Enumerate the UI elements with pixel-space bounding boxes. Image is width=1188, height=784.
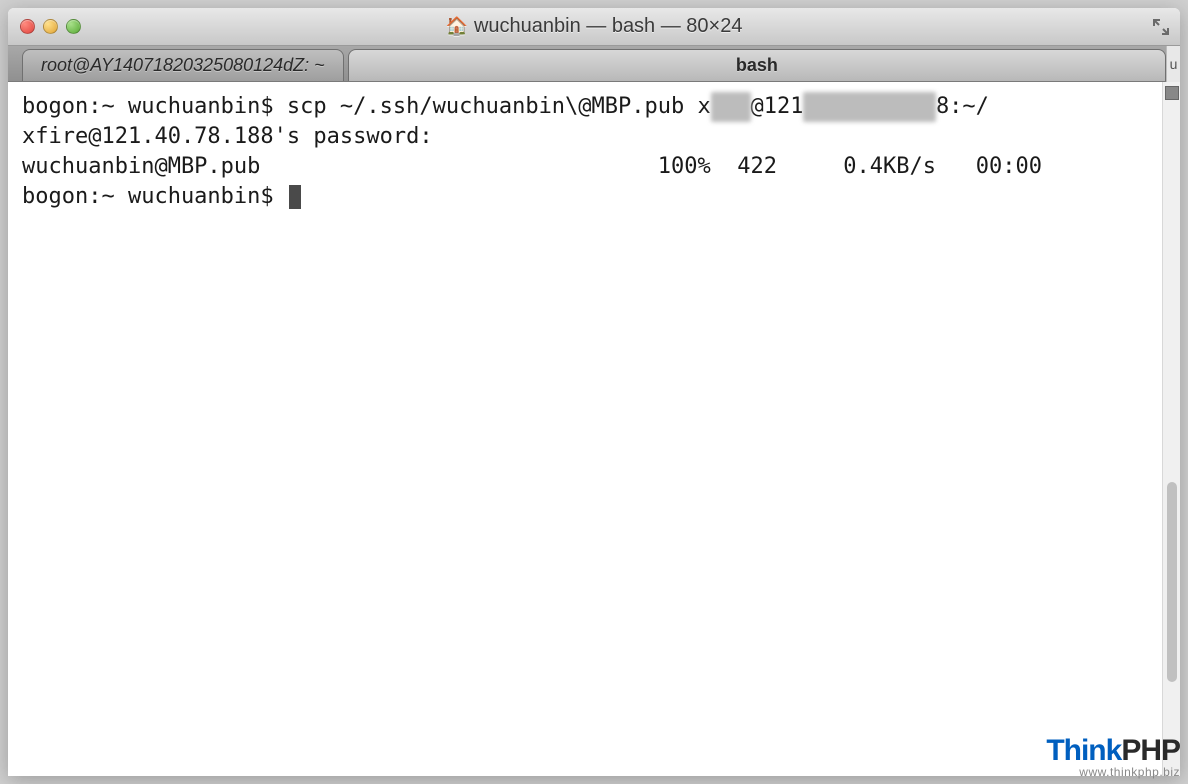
transfer-file: wuchuanbin@MBP.pub [22, 154, 260, 179]
cursor [289, 185, 301, 209]
zoom-button[interactable] [66, 19, 81, 34]
tab-bash[interactable]: bash [348, 49, 1166, 81]
terminal-area[interactable]: bogon:~ wuchuanbin$ scp ~/.ssh/wuchuanbi… [8, 82, 1180, 776]
fullscreen-icon[interactable] [1152, 18, 1170, 36]
transfer-rate: 0.4KB/s [843, 154, 936, 179]
titlebar: 🏠 wuchuanbin — bash — 80×24 [8, 8, 1180, 46]
transfer-size: 422 [737, 154, 777, 179]
cmd-text: scp ~/.ssh/wuchuanbin\@MBP.pub x [287, 94, 711, 119]
close-button[interactable] [20, 19, 35, 34]
tab-label: bash [736, 55, 778, 76]
terminal-output[interactable]: bogon:~ wuchuanbin$ scp ~/.ssh/wuchuanbi… [8, 82, 1162, 776]
tab-root-session[interactable]: root@AY14071820325080124dZ: ~ [22, 49, 344, 81]
output-line: xfire@121.40.78.188's password: [22, 124, 433, 149]
cmd-text: 8:~/ [936, 94, 989, 119]
prompt: bogon:~ wuchuanbin$ [22, 184, 287, 209]
minimize-button[interactable] [43, 19, 58, 34]
redacted-text: ██████████ [803, 92, 935, 122]
home-icon: 🏠 [446, 16, 468, 37]
transfer-time: 00:00 [976, 154, 1042, 179]
scroll-indicator-icon [1165, 86, 1179, 100]
scrollbar[interactable] [1162, 82, 1180, 776]
scroll-thumb[interactable] [1167, 482, 1177, 682]
terminal-window: 🏠 wuchuanbin — bash — 80×24 root@AY14071… [8, 8, 1180, 776]
traffic-lights [8, 19, 81, 34]
tab-bar: root@AY14071820325080124dZ: ~ bash u [8, 46, 1180, 82]
redacted-text: ███ [711, 92, 751, 122]
window-title: 🏠 wuchuanbin — bash — 80×24 [8, 15, 1180, 38]
tab-label: root@AY14071820325080124dZ: ~ [41, 55, 325, 76]
transfer-pct: 100% [658, 154, 711, 179]
tab-overflow: u [1166, 46, 1180, 82]
window-title-text: wuchuanbin — bash — 80×24 [474, 15, 743, 38]
cmd-text: @121 [751, 94, 804, 119]
prompt: bogon:~ wuchuanbin$ [22, 94, 287, 119]
